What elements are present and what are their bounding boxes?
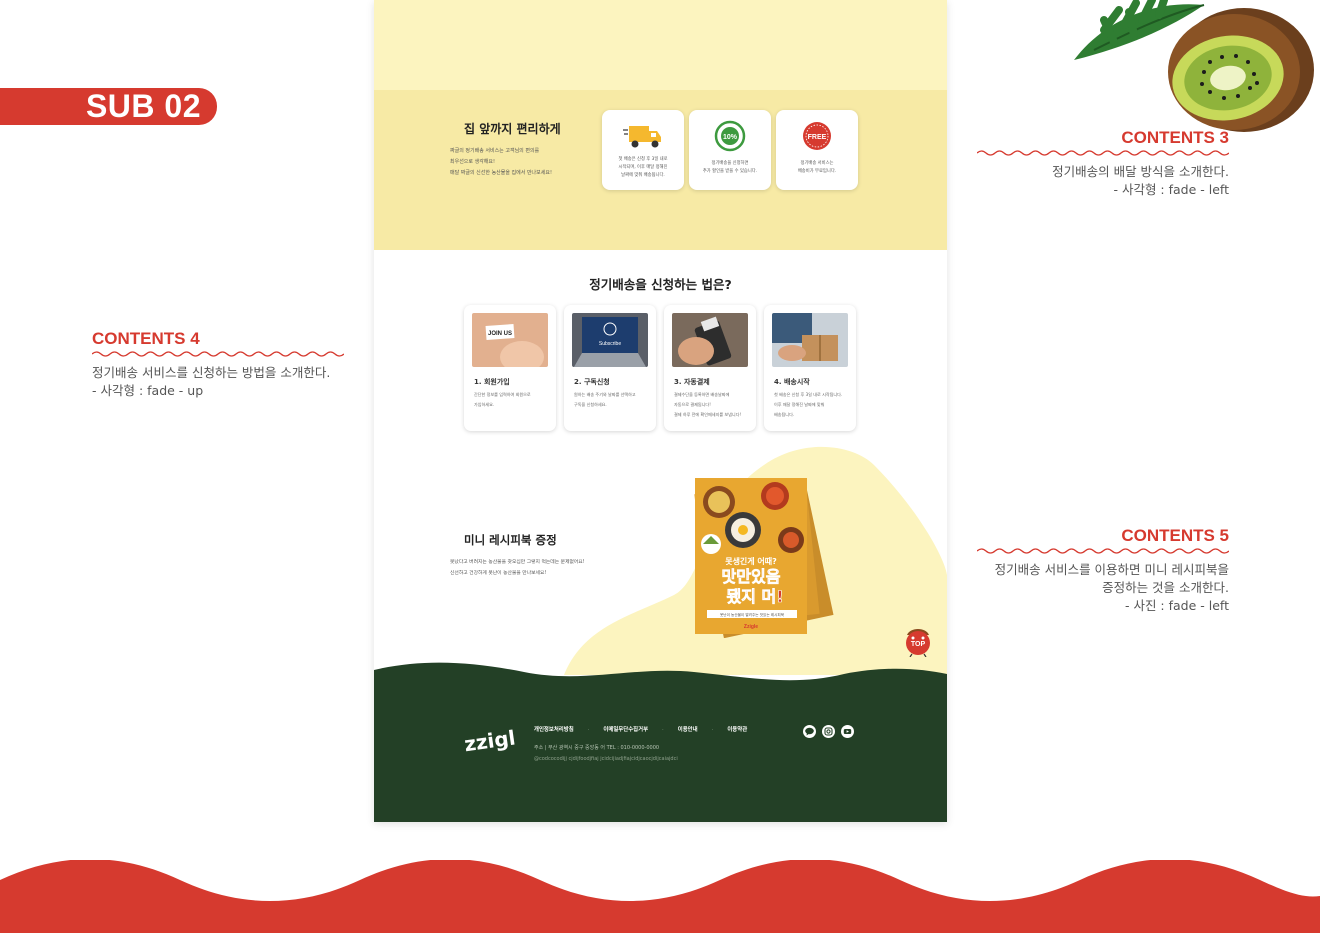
step-card-payment[interactable]: 3. 자동결제 결제수단을 등록하면 배송날짜에 자동으로 결제됩니다! 결제 … [664,305,756,431]
card-text: 날짜에 맞춰 배송됩니다. [621,173,665,178]
card-text: 정기배송을 신청하면 [711,161,749,166]
step-card-subscribe[interactable]: Subscribe 2. 구독신청 원하는 배송 주기와 날짜를 선택하고 구독… [564,305,656,431]
annotation-line: - 사각형 : fade - left [1113,182,1229,197]
step-desc: 가입하세요. [474,402,495,407]
truck-icon [623,126,661,148]
annotation-title: CONTENTS 4 [92,329,200,348]
footer-link-guide[interactable]: 이용안내 [678,727,698,733]
footer-wave-bg [374,662,947,822]
top-button-label: TOP [911,641,926,648]
delivery-desc: 짜글의 정기배송 서비스는 고객님의 편의를 [450,148,540,154]
card-text: 첫 배송은 신청 후 3일 내로 [618,157,668,162]
annotation-line: 증정하는 것을 소개한다. [1102,580,1229,595]
card-text: 배송비가 무료입니다. [797,169,837,174]
step-desc: 간단한 정보를 입력하여 회원으로 [474,392,531,397]
howto-title: 정기배송을 신청하는 법은? [589,277,732,292]
step-title: 1. 회원가입 [474,378,510,386]
top-button[interactable]: TOP [902,625,934,657]
step-desc: 결제수단을 등록하면 배송날짜에 [674,392,730,397]
annotation-contents-3: CONTENTS 3 정기배송의 배달 방식을 소개한다. - 사각형 : fa… [977,128,1229,199]
page-mockup: 집 앞까지 편리하게 짜글의 정기배송 서비스는 고객님의 편의를 최우선으로 … [374,0,947,822]
delivery-section: 집 앞까지 편리하게 짜글의 정기배송 서비스는 고객님의 편의를 최우선으로 … [374,90,947,250]
step-desc: 원하는 배송 주기와 날짜를 선택하고 [574,392,636,397]
step-desc: 결제 하루 전에 확인메세지를 보냅니다! [674,412,742,417]
footer-link-privacy[interactable]: 개인정보처리방침 [534,727,574,733]
footer-email: @codcocodijj cjdijfoodjfiaj jcidcijiadjf… [534,756,678,762]
talk-icon[interactable] [803,725,816,738]
annotation-line: - 사진 : fade - left [1124,598,1229,613]
footer: zzigle 개인정보처리방침 · 이메일무단수집거부 · 이용안내 · 이용약관 주소 |… [374,662,947,822]
annotation-line: 정기배송 서비스를 이용하면 미니 레시피북을 [994,562,1229,577]
top-strip [374,0,947,90]
book-main-text-2: 됐지 머! [726,587,783,606]
wavy-divider [977,548,1229,554]
book-brand: Zzigle [744,624,758,630]
delivery-card-free: FREE 정기배송 서비스는 배송비가 무료입니다. [776,110,858,190]
card-text: 추가 할인을 받을 수 있습니다. [702,169,758,174]
card-terminal-photo [672,313,748,367]
card-text: 시작되며, 이후 매달 정해진 [618,165,668,170]
step-desc: 이후 매달 정해진 날짜에 맞춰 [774,402,825,407]
recipe-section: 미니 레시피북 증정 못났다고 버려지는 농산물을 갖오십만 그렇지 먹는데는 … [374,445,947,675]
book-sub-text: 못난이 농산물이 알려주는 맛있는 레시피북 [720,612,785,617]
wavy-divider [92,351,344,357]
footer-link-email-refusal[interactable]: 이메일무단수집거부 [603,727,648,733]
footer-link-terms[interactable]: 이용약관 [727,727,747,733]
subscribe-photo-text: Subscribe [599,341,621,347]
footer-links: 개인정보처리방침 · 이메일무단수집거부 · 이용안내 · 이용약관 [534,727,748,733]
step-card-shipping[interactable]: 4. 배송시작 첫 배송은 신청 후 3일 내로 시작됩니다. 이후 매달 정해… [764,305,856,431]
signup-photo: JOIN US [472,313,548,367]
annotation-line: 정기배송의 배달 방식을 소개한다. [1052,164,1229,179]
step-title: 3. 자동결제 [674,378,710,386]
footer-logo-text: zzigle [463,724,516,757]
discount-badge-icon: 10% [714,120,746,152]
free-badge-icon: FREE [803,122,831,150]
free-badge-text: FREE [808,134,827,141]
discount-badge-text: 10% [723,134,738,141]
step-title: 4. 배송시작 [774,378,810,386]
card-text: 정기배송 서비스는 [800,161,834,166]
recipe-desc: 못났다고 버려지는 농산물을 갖오십만 그렇지 먹는데는 문제없어요! [450,560,585,565]
delivery-desc: 매달 짜글의 신선한 농산물을 집에서 만나보세요! [450,170,552,176]
delivery-desc: 최우선으로 생각해요! [450,159,495,165]
delivery-title: 집 앞까지 편리하게 [464,122,561,136]
annotation-contents-4: CONTENTS 4 정기배송 서비스를 신청하는 방법을 소개한다. - 사각… [92,329,344,400]
sub-tag: SUB 02 [0,88,217,125]
step-desc: 첫 배송은 신청 후 3일 내로 시작됩니다. [774,392,843,397]
recipe-title: 미니 레시피북 증정 [464,533,557,547]
step-desc: 배송됩니다. [774,412,795,417]
delivery-card-discount: 10% 정기배송을 신청하면 추가 할인을 받을 수 있습니다. [689,110,771,190]
recipe-book-image: 못생긴게 어때? 맛만있음 됐지 머! 못난이 농산물이 알려주는 맛있는 레시… [694,478,834,638]
delivery-card-truck: 첫 배송은 신청 후 3일 내로 시작되며, 이후 매달 정해진 날짜에 맞춰 … [602,110,684,190]
step-card-signup[interactable]: JOIN US 1. 회원가입 간단한 정보를 입력하여 회원으로 가입하세요. [464,305,556,431]
box-photo [772,313,848,367]
wavy-divider [977,150,1229,156]
signup-photo-text: JOIN US [488,331,512,337]
footer-address: 주소 | 부산 광역시 중구 중앙동 어 TEL : 010-0000-0000 [534,745,660,751]
book-top-text: 못생긴게 어때? [725,556,777,566]
step-desc: 자동으로 결제됩니다! [674,402,711,407]
step-title: 2. 구독신청 [574,378,610,386]
instagram-icon[interactable] [822,725,835,738]
howto-section: 정기배송을 신청하는 법은? JOIN US 1. 회원가입 간단한 정보를 입… [374,250,947,445]
annotation-line: 정기배송 서비스를 신청하는 방법을 소개한다. [92,365,331,380]
recipe-desc: 신선하고 건강하게 못난이 농산물을 만나보세요! [450,571,547,576]
laptop-photo: Subscribe [572,313,648,367]
footer-logo[interactable]: zzigle [462,720,516,760]
bottom-wave-decoration [0,860,1320,933]
annotation-contents-5: CONTENTS 5 정기배송 서비스를 이용하면 미니 레시피북을 증정하는 … [977,526,1229,615]
book-main-text-1: 맛만있음 [722,567,781,586]
youtube-icon[interactable] [841,725,854,738]
annotation-title: CONTENTS 5 [1121,526,1229,545]
annotation-line: - 사각형 : fade - up [92,383,204,398]
step-desc: 구독을 신청하세요. [574,402,607,407]
kiwi-illustration [1074,0,1314,132]
